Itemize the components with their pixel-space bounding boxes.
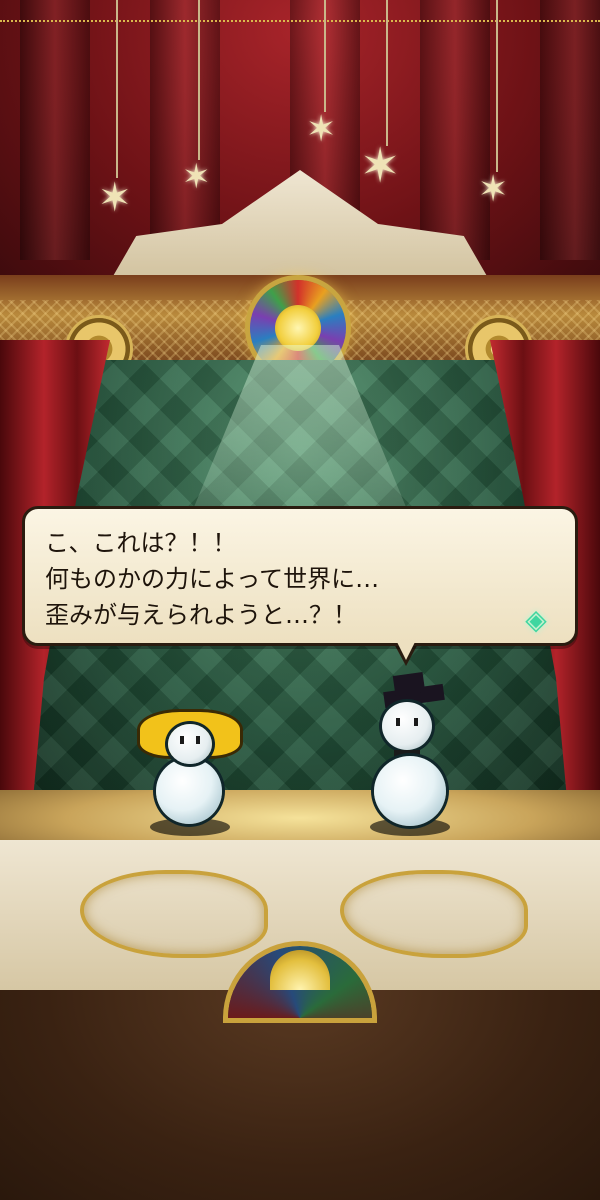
curtain-fold [420, 0, 490, 260]
eye [180, 736, 184, 744]
eye [414, 718, 418, 726]
gold-bead-valance [0, 20, 600, 22]
dialog-line: 歪みが与えられようと…？！ [45, 601, 357, 629]
snowman-head [168, 724, 212, 764]
green-crystal-icon[interactable]: ◈ [520, 604, 552, 636]
curtain-fold [150, 0, 220, 260]
curtain-fold [20, 0, 90, 260]
star-string [116, 0, 118, 178]
dialog-line: 何ものかの力によって世界に… [45, 565, 380, 593]
top-hat-snowman-character[interactable] [364, 672, 460, 828]
snowman-body [156, 758, 222, 824]
star-string [496, 0, 498, 172]
top-hat-crown [392, 672, 426, 696]
eye [396, 718, 400, 726]
hanging-star-icon: ✶ [306, 109, 337, 150]
snowman-head [382, 702, 432, 750]
snowman-body [374, 756, 446, 826]
curtain-fold [540, 0, 600, 260]
lower-backdrop [0, 990, 600, 1200]
hanging-star-icon: ✶ [98, 175, 132, 221]
dialog-tail-fill [396, 640, 416, 660]
dialog-line: こ、これは？！！ [45, 529, 237, 557]
blonde-snowman-character[interactable] [140, 706, 240, 826]
hanging-star-icon: ✶ [182, 157, 211, 197]
hanging-star-icon: ✶ [360, 138, 401, 194]
hanging-star-icon: ✶ [478, 169, 509, 210]
star-string [324, 0, 326, 112]
eye [196, 736, 200, 744]
star-string [386, 0, 388, 146]
sun-emblem-core [275, 305, 321, 351]
dialog-box[interactable]: こ、これは？！！ 何ものかの力によって世界に… 歪みが与えられようと…？！ [22, 506, 578, 646]
star-string [198, 0, 200, 160]
